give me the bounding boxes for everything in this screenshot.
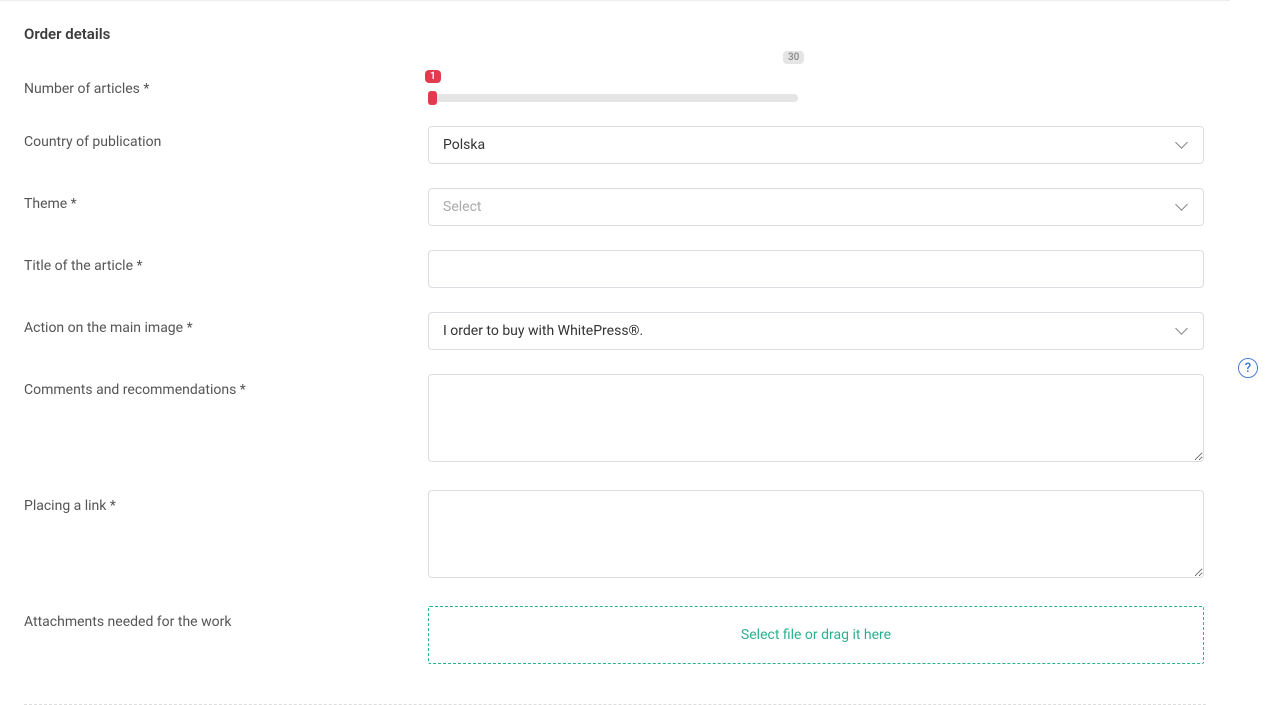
textarea-placing-link[interactable]: [428, 490, 1204, 578]
help-icon[interactable]: ?: [1238, 358, 1258, 378]
chevron-down-icon: [1177, 203, 1189, 211]
slider-track[interactable]: 1: [428, 94, 798, 102]
label-country: Country of publication: [24, 126, 428, 150]
select-country-value: Polska: [443, 137, 485, 153]
label-title: Title of the article *: [24, 250, 428, 274]
row-placing-link: Placing a link *: [24, 490, 1206, 582]
row-country: Country of publication Polska: [24, 126, 1206, 164]
select-action-image-value: I order to buy with WhitePress®.: [443, 323, 643, 339]
slider-num-articles[interactable]: 30 1: [428, 73, 1204, 102]
row-num-articles: Number of articles * 30 1: [24, 73, 1206, 102]
select-theme[interactable]: Select: [428, 188, 1204, 226]
select-country[interactable]: Polska: [428, 126, 1204, 164]
help-icon-label: ?: [1245, 361, 1251, 376]
section-title: Order details: [24, 25, 1206, 43]
label-theme: Theme *: [24, 188, 428, 212]
dropzone-attachments[interactable]: Select file or drag it here: [428, 606, 1204, 664]
row-action-image: Action on the main image * I order to bu…: [24, 312, 1206, 350]
dropzone-text: Select file or drag it here: [741, 627, 891, 643]
row-theme: Theme * Select: [24, 188, 1206, 226]
slider-value-badge: 1: [425, 70, 441, 83]
label-placing-link: Placing a link *: [24, 490, 428, 514]
textarea-comments[interactable]: [428, 374, 1204, 462]
select-theme-value: Select: [443, 199, 481, 215]
input-title[interactable]: [428, 250, 1204, 288]
row-comments: Comments and recommendations *: [24, 374, 1206, 466]
label-attachments: Attachments needed for the work: [24, 606, 428, 630]
label-action-image: Action on the main image *: [24, 312, 428, 336]
slider-max-badge: 30: [783, 51, 804, 64]
row-title: Title of the article *: [24, 250, 1206, 288]
label-num-articles: Number of articles *: [24, 73, 428, 97]
select-action-image[interactable]: I order to buy with WhitePress®.: [428, 312, 1204, 350]
chevron-down-icon: [1177, 327, 1189, 335]
row-attachments: Attachments needed for the work Select f…: [24, 606, 1206, 664]
slider-handle[interactable]: 1: [428, 91, 437, 105]
chevron-down-icon: [1177, 141, 1189, 149]
label-comments: Comments and recommendations *: [24, 374, 428, 398]
